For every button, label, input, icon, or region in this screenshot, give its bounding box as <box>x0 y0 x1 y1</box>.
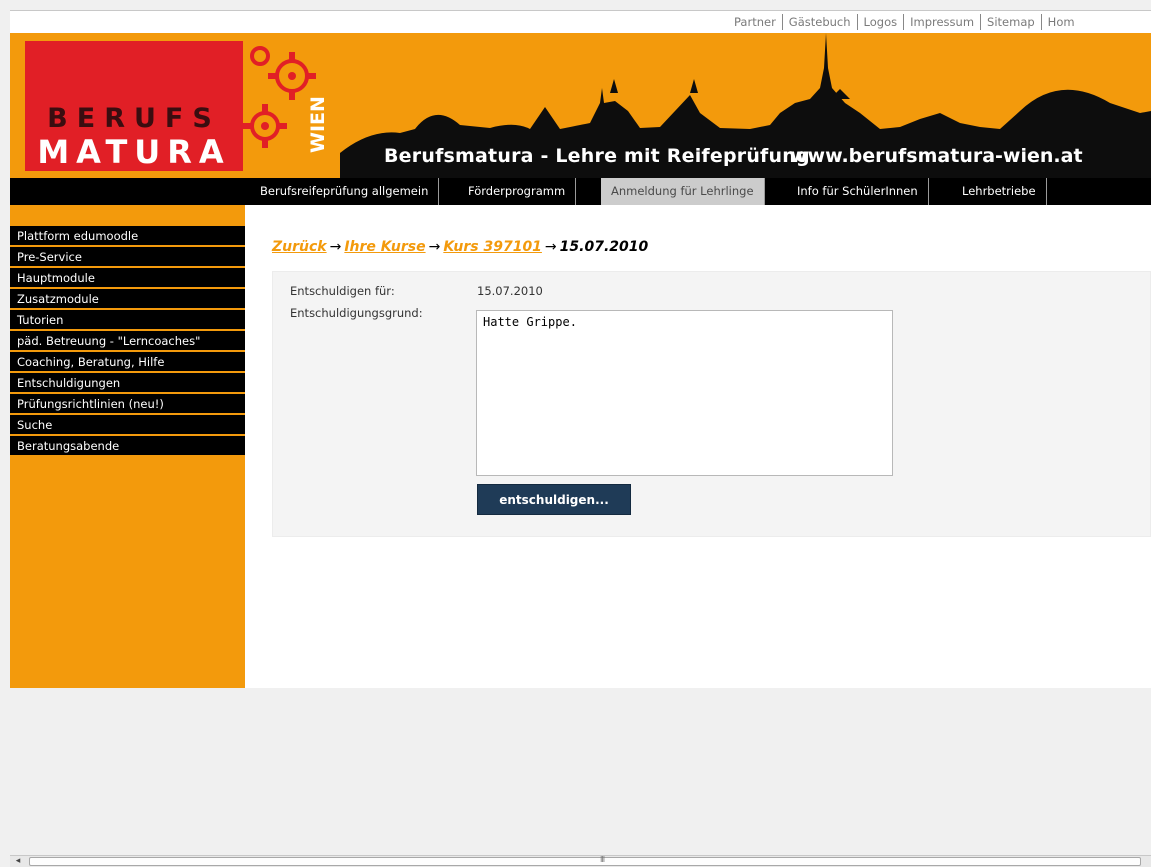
tab-lehrbetriebe[interactable]: Lehrbetriebe <box>952 178 1047 205</box>
breadcrumb-back-link[interactable]: Zurück <box>272 239 327 255</box>
sidebar-item-tutorien[interactable]: Tutorien <box>10 310 245 331</box>
header-banner: BERUFS MATURA WIEN Berufsmatura - Lehre … <box>10 33 1151 178</box>
banner-slogan: Berufsmatura - Lehre mit Reifeprüfung <box>384 145 810 167</box>
sidebar-item-zusatzmodule[interactable]: Zusatzmodule <box>10 289 245 310</box>
banner-url: www.berufsmatura-wien.at <box>790 145 1083 167</box>
logo-line-2: MATURA <box>37 133 231 171</box>
horizontal-scrollbar[interactable]: ◂ III <box>10 855 1151 867</box>
top-links-bar: Partner Gästebuch Logos Impressum Sitemap Hom <box>10 10 1151 33</box>
link-home[interactable]: Hom <box>1042 15 1081 29</box>
sidebar-item-plattform-edumoodle[interactable]: Plattform edumoodle <box>10 226 245 247</box>
breadcrumb: Zurück → Ihre Kurse → Kurs 397101 → 15.07.2010 <box>272 239 648 255</box>
breadcrumb-arrow: → <box>329 239 342 255</box>
scroll-left-arrow-icon[interactable]: ◂ <box>10 856 26 867</box>
breadcrumb-arrow: → <box>544 239 557 255</box>
top-links: Partner Gästebuch Logos Impressum Sitemap Hom <box>728 14 1081 30</box>
submit-excuse-button[interactable]: entschuldigen... <box>477 484 631 515</box>
svg-text:WIEN: WIEN <box>307 96 326 153</box>
berufsmatura-logo[interactable]: BERUFS MATURA <box>25 41 243 171</box>
label-excuse-for: Entschuldigen für: <box>290 284 395 298</box>
sidebar-item-hauptmodule[interactable]: Hauptmodule <box>10 268 245 289</box>
sidebar-item-suche[interactable]: Suche <box>10 415 245 436</box>
sidebar-item-coaching[interactable]: Coaching, Beratung, Hilfe <box>10 352 245 373</box>
breadcrumb-courses-link[interactable]: Ihre Kurse <box>344 239 425 255</box>
logo-line-1: BERUFS <box>47 103 221 134</box>
tab-foerderprogramm[interactable]: Förderprogramm <box>458 178 577 205</box>
scrollbar-thumb[interactable]: III <box>29 855 1141 866</box>
label-excuse-reason: Entschuldigungsgrund: <box>290 306 423 320</box>
sidebar-item-lerncoaches[interactable]: päd. Betreuung - "Lerncoaches" <box>10 331 245 352</box>
tab-info-schuelerinnen[interactable]: Info für SchülerInnen <box>787 178 929 205</box>
page: Partner Gästebuch Logos Impressum Sitemap Hom… <box>10 10 1151 867</box>
sidebar-item-pruefungsrichtlinien[interactable]: Prüfungsrichtlinien (neu!) <box>10 394 245 415</box>
wien-vertical-text: WIEN <box>307 96 326 153</box>
sidebar: Plattform edumoodle Pre-Service Hauptmod… <box>10 205 245 688</box>
sidebar-item-beratungsabende[interactable]: Beratungsabende <box>10 436 245 457</box>
top-nav: Berufsreifeprüfung allgemein Förderprogr… <box>10 178 1151 205</box>
link-logos[interactable]: Logos <box>858 15 904 29</box>
excuse-reason-textarea[interactable]: Hatte Grippe. <box>476 310 893 476</box>
breadcrumb-course-link[interactable]: Kurs 397101 <box>443 239 542 255</box>
breadcrumb-arrow: → <box>428 239 441 255</box>
sidebar-item-pre-service[interactable]: Pre-Service <box>10 247 245 268</box>
breadcrumb-current: 15.07.2010 <box>559 239 649 255</box>
tab-anmeldung-lehrlinge[interactable]: Anmeldung für Lehrlinge <box>601 178 765 205</box>
excuse-date-value: 15.07.2010 <box>477 284 543 298</box>
excuse-form: Entschuldigen für: 15.07.2010 Entschuldi… <box>272 271 1151 537</box>
link-impressum[interactable]: Impressum <box>904 15 980 29</box>
scrollbar-grip: III <box>600 855 605 864</box>
main-content: Zurück → Ihre Kurse → Kurs 397101 → 15.07.2010… <box>245 205 1151 688</box>
tab-berufsreifepruefung[interactable]: Berufsreifeprüfung allgemein <box>250 178 440 205</box>
sidebar-item-entschuldigungen[interactable]: Entschuldigungen <box>10 373 245 394</box>
link-partner[interactable]: Partner <box>728 15 782 29</box>
link-guestbook[interactable]: Gästebuch <box>783 15 857 29</box>
link-sitemap[interactable]: Sitemap <box>981 15 1041 29</box>
